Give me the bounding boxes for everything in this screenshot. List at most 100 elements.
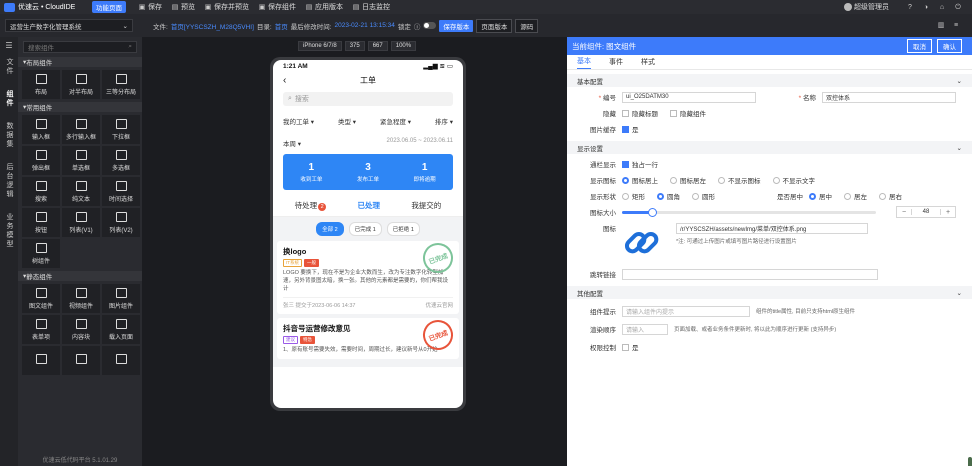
component-item[interactable]: 下拉框 <box>102 115 140 144</box>
width-input[interactable]: 375 <box>344 41 365 51</box>
power-icon[interactable]: ⏻ <box>954 4 962 11</box>
name-input[interactable]: 双控体系 <box>822 91 956 103</box>
component-item[interactable]: 按钮 <box>22 208 60 237</box>
icon-path-input[interactable]: /r/YYSCSZH/assets/newImg/菜单/双控体系.png <box>676 223 868 234</box>
component-search-input[interactable]: 搜索组件 ⌕ <box>23 41 137 53</box>
lock-toggle[interactable] <box>423 22 437 29</box>
align-right-radio[interactable]: 居右 <box>879 191 902 201</box>
layout-icon[interactable]: ▥ <box>937 22 945 29</box>
tab-files[interactable]: 文件 <box>4 58 14 76</box>
save-component-button[interactable]: ▣ 保存组件 <box>258 2 296 12</box>
zoom-select[interactable]: 100% <box>390 41 417 51</box>
save-button[interactable]: ▣ 保存 <box>138 2 162 12</box>
image-cache-checkbox[interactable]: 是 <box>622 124 639 134</box>
app-version-button[interactable]: ▤ 应用版本 <box>305 2 343 12</box>
component-item[interactable]: 列表(V1) <box>62 208 100 237</box>
component-item[interactable]: 弹出框 <box>22 146 60 175</box>
tab-basic[interactable]: 基本 <box>577 56 591 69</box>
tab-pending[interactable]: 待处理 2 <box>295 200 327 211</box>
icon-top-radio[interactable]: 图标居上 <box>622 175 658 185</box>
render-order-input[interactable]: 请输入 <box>622 323 668 335</box>
collapse-icon[interactable]: ☰ <box>5 41 12 50</box>
tab-backend-logic[interactable]: 后台逻辑 <box>4 163 14 199</box>
chain-link-icon[interactable] <box>622 223 662 263</box>
align-left-radio[interactable]: 居左 <box>844 191 867 201</box>
align-center-radio[interactable]: 居中 <box>809 191 832 201</box>
save-version-button[interactable]: 保存版本 <box>439 19 474 32</box>
section-basic[interactable]: 基本配置 ⌄ <box>567 74 972 87</box>
component-item[interactable] <box>22 346 60 375</box>
component-item[interactable]: 载入页面 <box>102 315 140 344</box>
theme-icon[interactable]: ◑ <box>922 4 930 11</box>
no-icon-radio[interactable]: 不显示图标 <box>718 175 761 185</box>
tab-events[interactable]: 事件 <box>609 57 623 67</box>
tab-submitted[interactable]: 我提交的 <box>411 200 441 211</box>
back-icon[interactable]: ‹ <box>283 75 286 86</box>
log-monitor-button[interactable]: ▤ 日志监控 <box>352 2 390 12</box>
filter-my-orders[interactable]: 我的工单 ▾ <box>283 116 314 126</box>
component-item[interactable]: 纯文本 <box>62 177 100 206</box>
source-code-button[interactable]: 源码 <box>515 18 539 33</box>
link-input[interactable] <box>622 268 878 280</box>
file-link[interactable]: 首页[YYSCSZH_M28Q5VHI] <box>171 21 254 31</box>
section-other[interactable]: 其他配置 ⌄ <box>567 286 972 299</box>
page-version-button[interactable]: 页面版本 <box>476 18 513 33</box>
component-item[interactable]: 输入框 <box>22 115 60 144</box>
confirm-button[interactable]: 确认 <box>937 39 962 53</box>
group-static[interactable]: ▾ 静态组件 <box>18 271 142 281</box>
save-and-preview-button[interactable]: ▣ 保存并预览 <box>204 2 249 12</box>
hide-title-checkbox[interactable]: 隐藏标题 <box>622 108 658 118</box>
component-item[interactable]: 表单项 <box>22 315 60 344</box>
component-item[interactable]: 视频组件 <box>62 284 100 313</box>
phone-search-input[interactable]: ⌕ 搜索 <box>283 92 453 106</box>
icon-left-radio[interactable]: 图标居左 <box>670 175 706 185</box>
chip-done[interactable]: 已完成 1 <box>348 222 382 236</box>
scrollbar[interactable] <box>968 457 972 466</box>
filter-type[interactable]: 类型 ▾ <box>338 116 356 126</box>
tab-components[interactable]: 组件 <box>4 90 14 108</box>
directory-link[interactable]: 首页 <box>275 21 288 31</box>
hide-component-checkbox[interactable]: 隐藏组件 <box>670 108 706 118</box>
tooltip-input[interactable]: 请输入组件内提示 <box>622 305 750 317</box>
tab-datasets[interactable]: 数据集 <box>4 122 14 149</box>
increment-button[interactable]: + <box>941 209 955 216</box>
tab-business-model[interactable]: 业务模型 <box>4 213 14 249</box>
component-item[interactable]: 多选框 <box>102 146 140 175</box>
tab-styles[interactable]: 样式 <box>641 57 655 67</box>
component-item[interactable]: 列表(V2) <box>102 208 140 237</box>
icon-size-value[interactable]: 48 <box>911 209 941 215</box>
device-select[interactable]: iPhone 6/7/8 <box>298 41 342 51</box>
component-item[interactable]: 时间选择 <box>102 177 140 206</box>
code-input[interactable]: ui_O25DATM30 <box>622 91 756 103</box>
menu-icon[interactable]: ≡ <box>952 22 960 29</box>
stat-published[interactable]: 3 发布工单 <box>357 162 379 183</box>
tab-processed[interactable]: 已处理 <box>357 200 380 211</box>
group-common[interactable]: ▾ 常用组件 <box>18 102 142 112</box>
shape-rect-radio[interactable]: 矩形 <box>622 191 645 201</box>
list-item[interactable]: 已完成 换logo IT系统 一般 LOGO 要换下，现在不是为企业大数而生，改… <box>277 238 459 314</box>
single-row-checkbox[interactable]: 独占一行 <box>622 159 658 169</box>
no-text-radio[interactable]: 不显示文字 <box>772 175 815 185</box>
chip-rejected[interactable]: 已拒绝 1 <box>386 222 420 236</box>
component-item[interactable]: 三等分布局 <box>102 70 140 99</box>
shape-circle-radio[interactable]: 圆形 <box>692 191 715 201</box>
component-item[interactable]: 内容块 <box>62 315 100 344</box>
icon-size-slider[interactable] <box>622 207 876 217</box>
component-item[interactable]: 布局 <box>22 70 60 99</box>
period-select[interactable]: 本周 ▾ <box>283 138 301 148</box>
component-item[interactable]: 对半布局 <box>62 70 100 99</box>
decrement-button[interactable]: − <box>897 209 911 216</box>
component-item[interactable]: 图片组件 <box>102 284 140 313</box>
page-type-badge[interactable]: 功能页面 <box>92 1 126 13</box>
stat-received[interactable]: 1 收到工单 <box>300 162 322 183</box>
chip-all[interactable]: 全部 2 <box>316 222 344 236</box>
user-menu[interactable]: 超级管理员 <box>844 2 889 12</box>
stat-overdue[interactable]: 1 即将逾期 <box>414 162 436 183</box>
list-item[interactable]: 已完成 抖音号运营修改意见 建议 特急 1、原有账号需要失效，需要时间，周期过长… <box>277 315 459 359</box>
cancel-button[interactable]: 取消 <box>907 39 932 53</box>
help-icon[interactable]: ? <box>906 4 914 11</box>
component-item[interactable]: 单选框 <box>62 146 100 175</box>
component-item[interactable]: 图文组件 <box>22 284 60 313</box>
filter-urgency[interactable]: 紧急程度 ▾ <box>380 116 411 126</box>
shape-rounded-radio[interactable]: 圆角 <box>657 191 680 201</box>
